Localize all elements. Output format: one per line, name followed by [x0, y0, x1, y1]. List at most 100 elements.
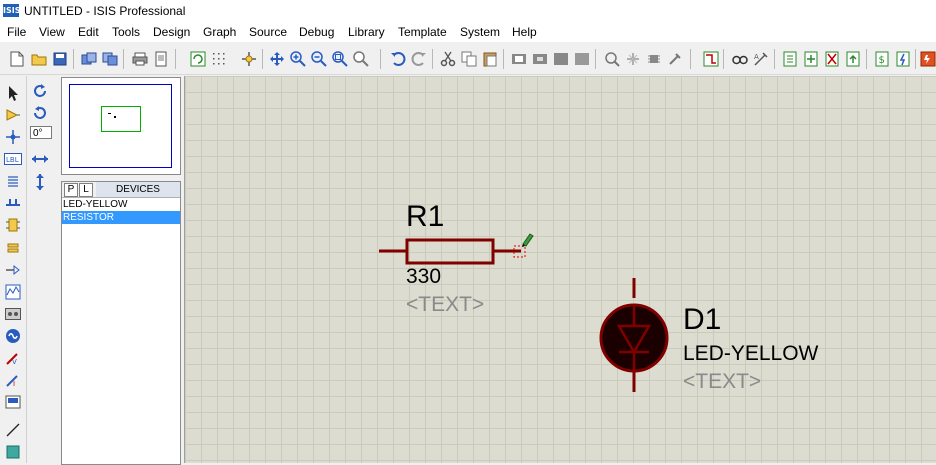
wire-autorouter-icon[interactable] [702, 50, 719, 67]
resistor-value[interactable]: 330 [406, 265, 441, 289]
menu-system[interactable]: System [460, 25, 500, 39]
pan-icon[interactable] [268, 50, 285, 67]
exit-to-parent-icon[interactable] [844, 50, 861, 67]
svg-text:I: I [13, 380, 15, 388]
schematic-canvas[interactable]: R1 330 <TEXT> D1 LED-YELLOW <TEXT> [184, 76, 936, 463]
menu-edit[interactable]: Edit [78, 25, 99, 39]
terminals-icon[interactable] [4, 239, 22, 257]
library-manager-button[interactable]: L [79, 183, 93, 197]
toolbar-separator [123, 49, 124, 69]
pick-device-icon[interactable] [603, 50, 620, 67]
block-copy-icon[interactable] [510, 50, 527, 67]
zoom-in-icon[interactable] [289, 50, 306, 67]
device-pins-icon[interactable] [4, 261, 22, 279]
led-text-placeholder[interactable]: <TEXT> [683, 370, 761, 394]
box-tool-icon[interactable] [4, 443, 22, 461]
buses-icon[interactable] [4, 194, 22, 212]
junction-dot-icon[interactable] [4, 128, 22, 146]
text-script-icon[interactable] [4, 172, 22, 190]
open-folder-icon[interactable] [30, 50, 47, 67]
rotation-toolbar: 0° [28, 76, 56, 216]
menu-source[interactable]: Source [249, 25, 287, 39]
menu-graph[interactable]: Graph [203, 25, 236, 39]
rotate-anticlockwise-icon[interactable] [31, 104, 49, 122]
zoom-area-icon[interactable] [352, 50, 369, 67]
menu-template[interactable]: Template [398, 25, 447, 39]
redraw-icon[interactable] [189, 50, 206, 67]
overview-components [108, 113, 116, 118]
main-toolbar: A $ [0, 44, 936, 75]
redo-icon[interactable] [410, 50, 427, 67]
voltage-probe-icon[interactable]: V [4, 349, 22, 367]
zoom-out-icon[interactable] [310, 50, 327, 67]
menu-help[interactable]: Help [512, 25, 537, 39]
property-assignment-icon[interactable]: A [752, 50, 769, 67]
led-d1[interactable] [599, 278, 669, 392]
make-device-icon[interactable] [624, 50, 641, 67]
selection-mode-icon[interactable] [4, 84, 22, 102]
line-tool-icon[interactable] [4, 421, 22, 439]
toolbar-separator [690, 49, 691, 69]
copy-icon[interactable] [460, 50, 477, 67]
subcircuit-icon[interactable] [4, 216, 22, 234]
set-area-icon[interactable] [152, 50, 169, 67]
zoom-all-icon[interactable] [331, 50, 348, 67]
grid-icon[interactable] [210, 50, 227, 67]
toolbar-separator [774, 49, 775, 69]
menu-design[interactable]: Design [153, 25, 190, 39]
device-list-item[interactable]: RESISTOR [62, 211, 180, 224]
netlist-to-ares-icon[interactable] [919, 50, 936, 67]
overview-view-rectangle[interactable] [101, 106, 141, 132]
pick-devices-button[interactable]: P [64, 183, 78, 197]
menu-tools[interactable]: Tools [112, 25, 140, 39]
generator-mode-icon[interactable] [4, 327, 22, 345]
block-rotate-icon[interactable] [552, 50, 569, 67]
graph-mode-icon[interactable] [4, 283, 22, 301]
electrical-rule-check-icon[interactable] [894, 50, 911, 67]
bill-of-materials-icon[interactable]: $ [873, 50, 890, 67]
wire-label-icon[interactable]: LBL [4, 150, 22, 168]
origin-icon[interactable] [240, 50, 257, 67]
tape-recorder-icon[interactable] [4, 305, 22, 323]
mirror-vertical-icon[interactable] [31, 173, 49, 191]
search-tag-icon[interactable] [731, 50, 748, 67]
current-probe-icon[interactable]: I [4, 371, 22, 389]
component-mode-icon[interactable] [4, 106, 22, 124]
toolbar-separator [432, 49, 433, 69]
overview-window[interactable] [61, 77, 181, 175]
add-sheet-icon[interactable] [802, 50, 819, 67]
resistor-body[interactable] [405, 238, 495, 265]
mode-toolbar: LBL V I [0, 76, 27, 463]
object-selector-title: DEVICES [96, 182, 180, 197]
paste-icon[interactable] [481, 50, 498, 67]
cut-icon[interactable] [439, 50, 456, 67]
rotate-clockwise-icon[interactable] [31, 82, 49, 100]
resistor-reference[interactable]: R1 [406, 201, 444, 233]
block-move-icon[interactable] [531, 50, 548, 67]
menu-bar: File View Edit Tools Design Graph Source… [0, 22, 936, 42]
import-section-icon[interactable] [80, 50, 97, 67]
rotation-angle-field[interactable]: 0° [30, 126, 52, 139]
led-reference[interactable]: D1 [683, 304, 721, 336]
toolbar-separator [595, 49, 596, 69]
menu-file[interactable]: File [7, 25, 26, 39]
resistor-r1[interactable] [379, 238, 521, 265]
virtual-instruments-icon[interactable] [4, 393, 22, 411]
print-icon[interactable] [131, 50, 148, 67]
mirror-horizontal-icon[interactable] [31, 150, 49, 168]
resistor-text-placeholder[interactable]: <TEXT> [406, 293, 484, 317]
menu-view[interactable]: View [39, 25, 65, 39]
packaging-tool-icon[interactable] [645, 50, 662, 67]
block-delete-icon[interactable] [573, 50, 590, 67]
new-sheet-icon[interactable] [781, 50, 798, 67]
undo-icon[interactable] [389, 50, 406, 67]
export-section-icon[interactable] [101, 50, 118, 67]
menu-debug[interactable]: Debug [299, 25, 334, 39]
save-icon[interactable] [51, 50, 68, 67]
device-list-item[interactable]: LED-YELLOW [62, 198, 180, 211]
led-value[interactable]: LED-YELLOW [683, 342, 818, 366]
remove-sheet-icon[interactable] [823, 50, 840, 67]
new-file-icon[interactable] [8, 50, 25, 67]
decompose-icon[interactable] [666, 50, 683, 67]
menu-library[interactable]: Library [348, 25, 385, 39]
